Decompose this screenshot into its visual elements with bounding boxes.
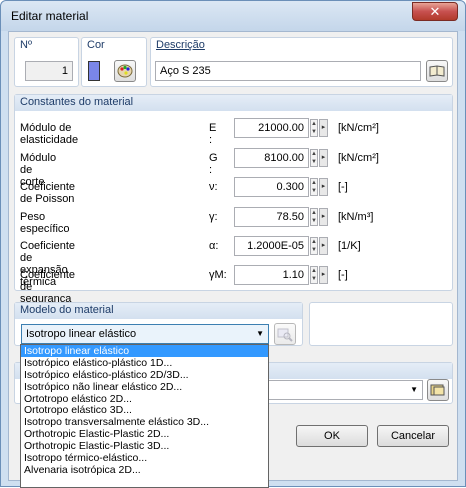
material-model-edit-button[interactable] [274,323,296,345]
shear-modulus-spinner[interactable]: ▲ ▼ [310,149,318,167]
library-icon [430,384,445,396]
dropdown-option[interactable]: Alvenaria isotrópica 2D... [21,464,268,476]
book-icon [429,65,445,77]
material-model-select[interactable]: Isotropo linear elástico ▼ [21,324,269,344]
dropdown-option[interactable]: Isotropo transversalmente elástico 3D... [21,416,268,428]
material-model-selected: Isotropo linear elástico [26,328,137,340]
poisson-label: Coeficiente de Poisson [20,181,76,205]
material-model-dropdown: Isotropo linear elástico Isotrópico elás… [20,344,269,488]
description-group: Descrição Aço S 235 [150,37,453,87]
lower-select[interactable]: ▼ [265,380,423,400]
dropdown-option[interactable]: Ortotropo elástico 2D... [21,393,268,405]
thermal-expansion-arrow-button[interactable]: ▸ [319,237,328,255]
material-constants-title: Constantes do material [15,95,452,111]
description-library-button[interactable] [426,60,448,82]
title-bar: Editar material ✕ [1,1,465,31]
shear-modulus-input[interactable]: 8100.00 [234,148,309,168]
shear-modulus-arrow-button[interactable]: ▸ [319,149,328,167]
material-model-title: Modelo do material [15,303,302,319]
magnifier-icon [277,328,293,342]
specific-weight-symbol: γ: [209,211,218,223]
material-model-preview [309,302,453,346]
palette-icon [117,64,133,78]
dropdown-option[interactable]: Orthotropic Elastic-Plastic 2D... [21,428,268,440]
thermal-expansion-spinner[interactable]: ▲ ▼ [310,237,318,255]
lower-library-button[interactable] [427,379,449,401]
dropdown-option[interactable]: Isotrópico elástico-plástico 1D... [21,357,268,369]
dropdown-option[interactable]: Isotropo linear elástico [21,345,268,357]
specific-weight-label: Peso específico [20,211,70,235]
window-title: Editar material [11,9,89,23]
dropdown-option[interactable]: Isotrópico elástico-plástico 2D/3D... [21,369,268,381]
thermal-expansion-unit: [1/K] [338,240,361,252]
dropdown-option[interactable]: Isotropo térmico-elástico... [21,452,268,464]
description-input[interactable]: Aço S 235 [155,61,421,81]
safety-factor-arrow-button[interactable]: ▸ [319,266,328,284]
ok-button[interactable]: OK [296,425,368,447]
specific-weight-spinner[interactable]: ▲ ▼ [310,208,318,226]
description-label-text: Descrição [156,39,205,51]
elasticity-unit: [kN/cm²] [338,122,379,134]
thermal-expansion-input[interactable]: 1.2000E-05 [234,236,309,256]
dropdown-option[interactable]: Orthotropic Elastic-Plastic 3D... [21,440,268,452]
dropdown-option[interactable]: Ortotropo elástico 3D... [21,404,268,417]
elasticity-input[interactable]: 21000.00 [234,118,309,138]
poisson-arrow-button[interactable]: ▸ [319,178,328,196]
elasticity-label: Módulo de elasticidade [20,122,79,146]
specific-weight-unit: [kN/m³] [338,211,374,223]
poisson-symbol: ν: [209,181,218,193]
specific-weight-arrow-button[interactable]: ▸ [319,208,328,226]
cancel-button[interactable]: Cancelar [377,425,449,447]
color-palette-button[interactable] [114,60,136,82]
number-group: Nº 1 [14,37,79,87]
elasticity-symbol: E : [209,122,217,146]
color-swatch [88,61,100,81]
color-label: Cor [87,39,105,51]
number-label: Nº [20,39,32,51]
poisson-input[interactable]: 0.300 [234,177,309,197]
close-button[interactable]: ✕ [412,2,458,21]
color-group: Cor [81,37,147,87]
safety-factor-symbol: γM: [209,269,227,281]
specific-weight-input[interactable]: 78.50 [234,207,309,227]
chevron-down-icon: ▼ [256,329,264,338]
thermal-expansion-symbol: α: [209,240,219,252]
poisson-unit: [-] [338,181,348,193]
safety-factor-unit: [-] [338,269,348,281]
edit-material-dialog: Editar material ✕ Nº 1 Cor Descrição Aço… [0,0,466,488]
poisson-spinner[interactable]: ▲ ▼ [310,178,318,196]
dropdown-option[interactable]: Isotrópico não linear elástico 2D... [21,381,268,393]
material-model-group: Modelo do material Isotropo linear elást… [14,302,303,346]
safety-factor-input[interactable]: 1.10 [234,265,309,285]
elasticity-spinner[interactable]: ▲ ▼ [310,119,318,137]
number-field[interactable]: 1 [25,61,73,81]
description-label: Descrição [151,38,452,54]
shear-modulus-symbol: G : [209,152,218,176]
chevron-down-icon: ▼ [410,385,418,394]
elasticity-arrow-button[interactable]: ▸ [319,119,328,137]
safety-factor-spinner[interactable]: ▲ ▼ [310,266,318,284]
shear-modulus-unit: [kN/cm²] [338,152,379,164]
